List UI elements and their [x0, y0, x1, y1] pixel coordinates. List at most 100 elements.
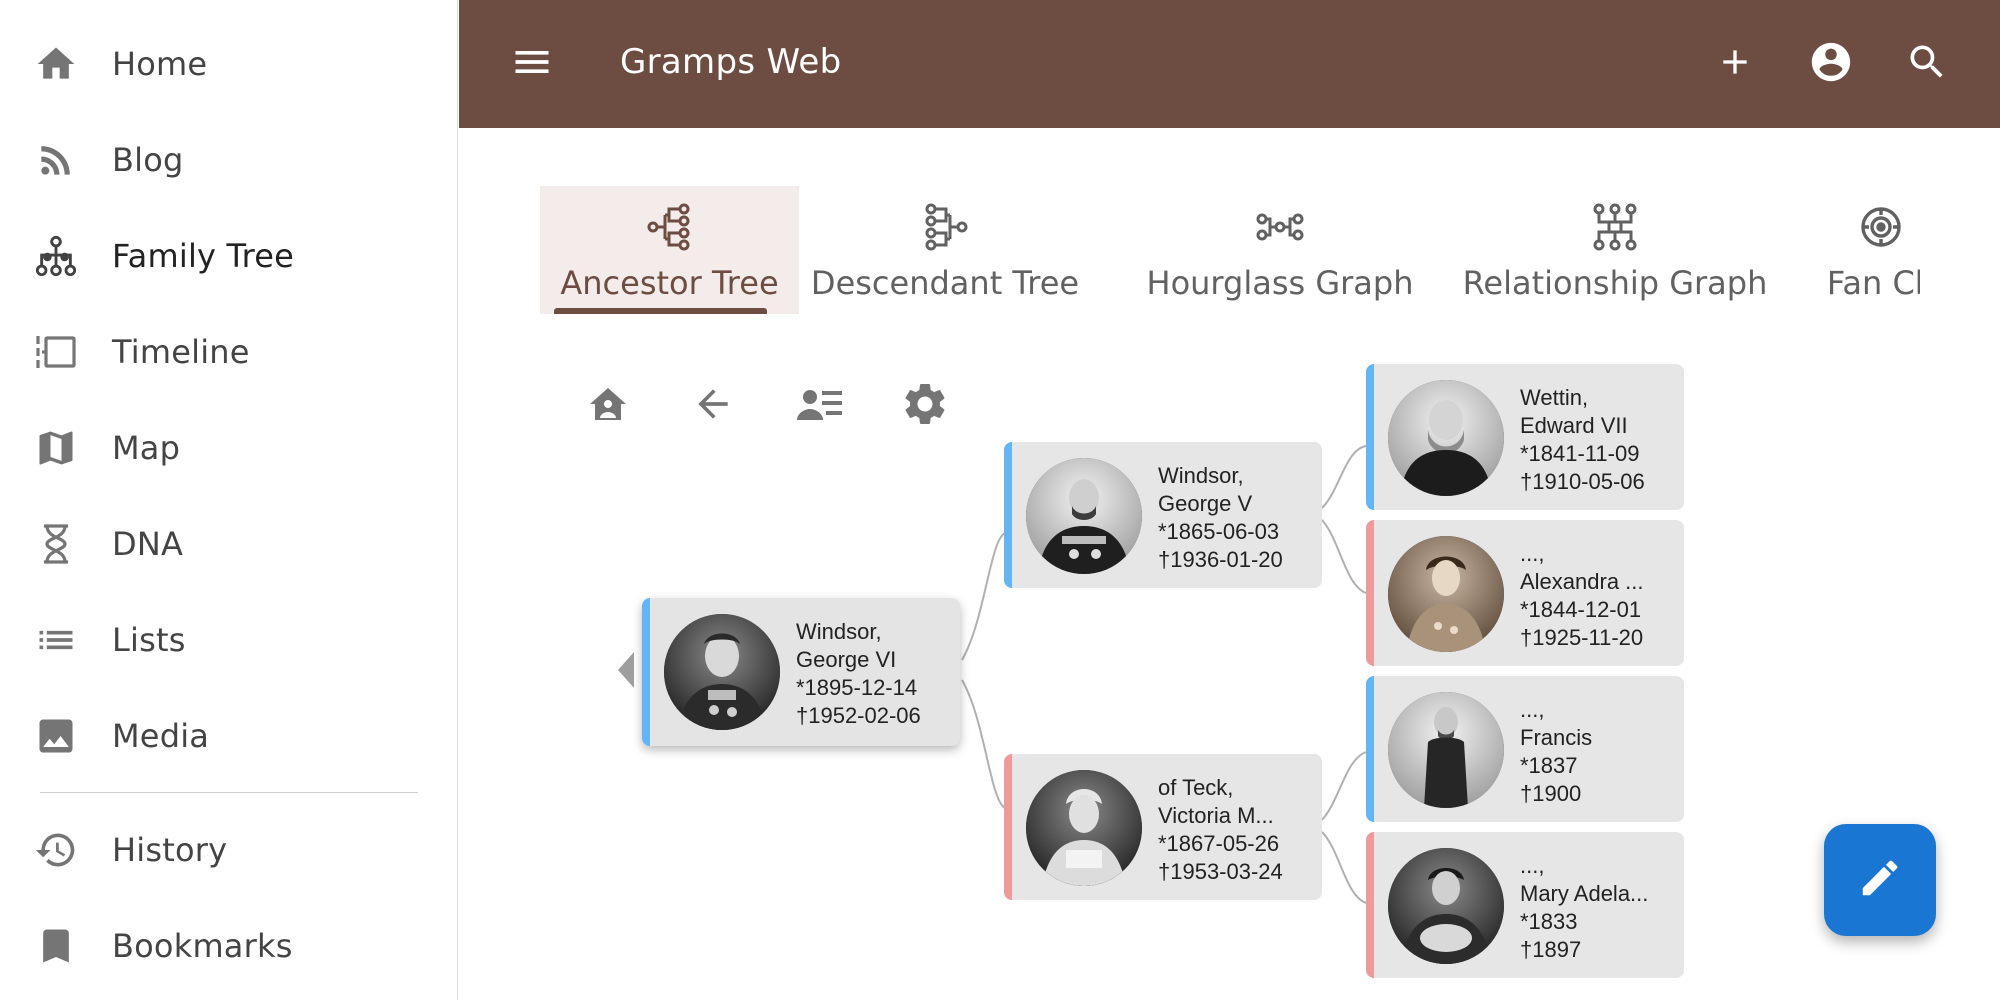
home-icon [34, 42, 78, 86]
nav-item-label: Timeline [112, 333, 250, 371]
edit-fab-button[interactable] [1824, 824, 1936, 936]
active-tab-indicator [554, 308, 767, 314]
person-birth: *1833 [1520, 909, 1578, 934]
person-given-name: George V [1158, 491, 1253, 516]
person-photo [664, 614, 780, 730]
add-icon [1715, 42, 1755, 86]
person-photo [1388, 536, 1504, 652]
navigation-drawer: Home Blog Family Tree Timeline Map DNA L… [0, 0, 458, 1000]
menu-button[interactable] [504, 36, 560, 92]
tab-descendant-tree[interactable]: Descendant Tree [811, 186, 1079, 314]
person-given-name: Francis [1520, 725, 1593, 750]
rss-icon [34, 138, 78, 182]
person-birth: *1895-12-14 [796, 675, 918, 700]
ancestor-tree-icon [645, 202, 695, 252]
menu-icon [510, 40, 554, 88]
person-death: †1897 [1520, 937, 1582, 962]
nav-item-dna[interactable]: DNA [0, 504, 458, 584]
tab-label: Fan Ch [1826, 264, 1920, 302]
family-tree-icon [34, 234, 78, 278]
person-birth: *1844-12-01 [1520, 597, 1642, 622]
tab-label: Hourglass Graph [1146, 264, 1414, 302]
nav-item-blog[interactable]: Blog [0, 120, 458, 200]
nav-item-timeline[interactable]: Timeline [0, 312, 458, 392]
nav-item-label: Bookmarks [112, 927, 293, 965]
sex-indicator [1366, 364, 1374, 510]
nav-divider [40, 792, 418, 793]
nav-item-label: Family Tree [112, 237, 295, 275]
nav-item-family-tree[interactable]: Family Tree [0, 216, 458, 296]
sex-indicator [642, 598, 650, 746]
person-details-button[interactable] [792, 378, 848, 434]
person-info: of Teck, Victoria M... *1867-05-26 †1953… [1158, 774, 1283, 886]
person-card-mother[interactable]: of Teck, Victoria M... *1867-05-26 †1953… [1004, 754, 1322, 900]
nav-item-label: Media [112, 717, 210, 755]
nav-item-lists[interactable]: Lists [0, 600, 458, 680]
nav-item-bookmarks[interactable]: Bookmarks [0, 906, 458, 986]
fan-chart-icon [1856, 202, 1906, 252]
edit-icon [1857, 855, 1903, 905]
sex-indicator [1366, 520, 1374, 666]
person-given-name: Mary Adela... [1520, 881, 1649, 906]
tab-fan-chart[interactable]: Fan Ch [1816, 186, 1920, 314]
home-person-icon [586, 382, 630, 430]
person-info: Windsor, George V *1865-06-03 †1936-01-2… [1158, 462, 1283, 574]
history-icon [34, 828, 78, 872]
person-given-name: Victoria M... [1158, 803, 1274, 828]
nav-item-media[interactable]: Media [0, 696, 458, 776]
tab-hourglass-graph[interactable]: Hourglass Graph [1145, 186, 1415, 314]
home-person-button[interactable] [580, 378, 636, 434]
person-photo [1388, 692, 1504, 808]
add-button[interactable] [1707, 36, 1763, 92]
app-bar: Gramps Web [459, 0, 2000, 128]
search-button[interactable] [1899, 36, 1955, 92]
person-birth: *1867-05-26 [1158, 831, 1280, 856]
dna-icon [34, 522, 78, 566]
person-card-maternal-grandmother[interactable]: ..., Mary Adela... *1833 †1897 [1366, 832, 1684, 978]
person-surname: Windsor, [1158, 463, 1244, 488]
person-card-maternal-grandfather[interactable]: ..., Francis *1837 †1900 [1366, 676, 1684, 822]
person-info: ..., Alexandra ... *1844-12-01 †1925-11-… [1520, 540, 1644, 652]
tree-settings-button[interactable] [897, 378, 953, 434]
expand-descendants-arrow[interactable] [618, 652, 634, 688]
account-icon [1808, 39, 1854, 89]
person-surname: of Teck, [1158, 775, 1234, 800]
person-given-name: George VI [796, 647, 897, 672]
nav-item-label: History [112, 831, 228, 869]
tab-label: Ancestor Tree [560, 264, 779, 302]
back-icon [691, 382, 735, 430]
tab-relationship-graph[interactable]: Relationship Graph [1460, 186, 1770, 314]
person-card-root[interactable]: Windsor, George VI *1895-12-14 †1952-02-… [642, 598, 960, 746]
person-surname: Windsor, [796, 619, 882, 644]
account-button[interactable] [1803, 36, 1859, 92]
person-surname: Wettin, [1520, 385, 1589, 410]
search-icon [1905, 40, 1949, 88]
person-photo [1388, 380, 1504, 496]
person-birth: *1837 [1520, 753, 1578, 778]
person-card-paternal-grandfather[interactable]: Wettin, Edward VII *1841-11-09 †1910-05-… [1366, 364, 1684, 510]
person-birth: *1841-11-09 [1520, 441, 1640, 466]
chart-tabs: Ancestor Tree Descendant Tree Hourglass … [540, 186, 1920, 314]
relationship-graph-icon [1590, 202, 1640, 252]
person-surname: ..., [1520, 853, 1545, 878]
person-death: †1925-11-20 [1520, 625, 1644, 650]
tab-label: Relationship Graph [1462, 264, 1768, 302]
settings-icon [900, 379, 950, 433]
bookmark-icon [34, 924, 78, 968]
nav-item-label: Home [112, 45, 208, 83]
nav-item-map[interactable]: Map [0, 408, 458, 488]
sex-indicator [1004, 442, 1012, 588]
person-photo [1388, 848, 1504, 964]
person-card-paternal-grandmother[interactable]: ..., Alexandra ... *1844-12-01 †1925-11-… [1366, 520, 1684, 666]
nav-item-history[interactable]: History [0, 810, 458, 890]
tab-ancestor-tree[interactable]: Ancestor Tree [540, 186, 799, 314]
timeline-icon [34, 330, 78, 374]
nav-item-home[interactable]: Home [0, 24, 458, 104]
sex-indicator [1004, 754, 1012, 900]
person-death: †1900 [1520, 781, 1582, 806]
back-button[interactable] [685, 378, 741, 434]
app-title: Gramps Web [620, 42, 842, 82]
person-photo [1026, 770, 1142, 886]
person-given-name: Alexandra ... [1520, 569, 1644, 594]
person-card-father[interactable]: Windsor, George V *1865-06-03 †1936-01-2… [1004, 442, 1322, 588]
